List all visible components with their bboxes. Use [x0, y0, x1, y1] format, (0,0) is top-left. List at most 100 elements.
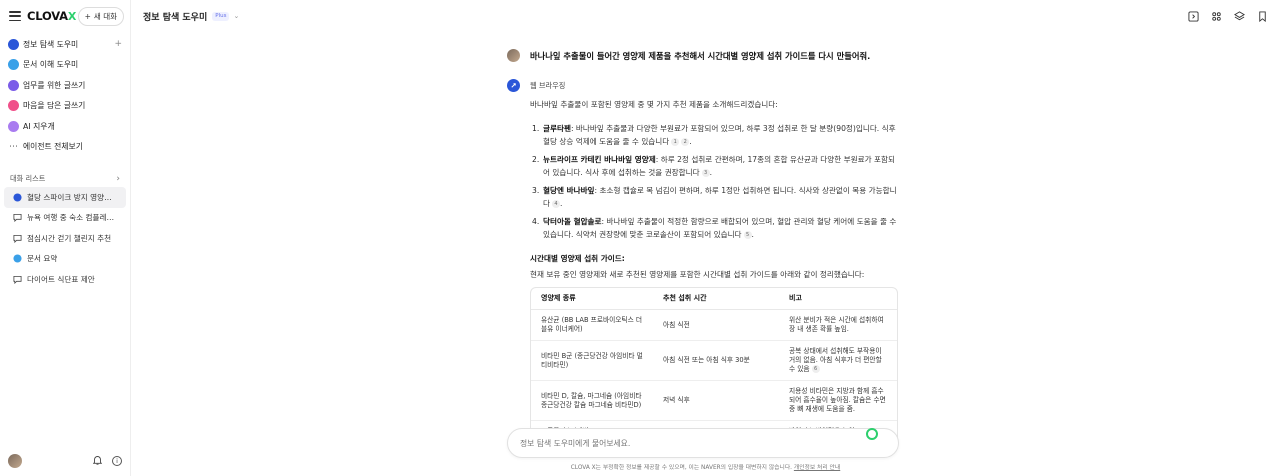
table-cell: 저녁 식후 — [653, 380, 779, 421]
chevron-down-icon[interactable]: ⌄ — [233, 12, 239, 20]
table-row: 비타민 B군 (종근당건강 아임비타 멀티비타민) 아침 식전 또는 아침 식후 … — [531, 340, 897, 381]
conversation-label: 문서 요약 — [27, 254, 58, 264]
sidebar-agent-item[interactable]: 마음을 담은 글쓰기 — [0, 96, 130, 117]
panel-icon[interactable] — [1188, 10, 1199, 22]
main-area: 정보 탐색 도우미 Plus ⌄ 바나나잎 추출물이 들어간 영양제 제품을 추… — [131, 0, 1280, 476]
conversation-list-header[interactable]: 대화 리스트 › — [0, 171, 130, 187]
product-name: 뉴트라이프 카테킨 바나바잎 영양제 — [543, 154, 656, 164]
cell-text: 위산 분비가 적은 시간에 섭취하여 장 내 생존 확률 높임. — [789, 316, 884, 333]
more-icon: ⋯ — [9, 141, 18, 152]
logo-text: CLOVA — [27, 9, 68, 23]
sidebar-agent-item[interactable]: 업무를 위한 글쓰기 — [0, 75, 130, 96]
chat-icon — [13, 234, 23, 243]
sidebar-footer: i — [8, 454, 122, 468]
agent-icon — [8, 100, 19, 112]
cell-text: 비타민 B군 (종근당건강 아임비타 멀티비타민) — [541, 351, 643, 369]
doc-agent-icon — [13, 254, 23, 263]
top-toolbar — [1188, 10, 1268, 22]
sidebar-agent-item[interactable]: AI 지우개 — [0, 116, 130, 137]
add-icon[interactable]: + — [114, 39, 122, 49]
sidebar: CLOVA X + 새 대화 정보 탐색 도우미 + 문서 이해 도우미업무를 위한 … — [0, 0, 131, 476]
all-agents-link[interactable]: ⋯ 에이전트 전체보기 — [0, 137, 130, 158]
agent-icon — [13, 193, 23, 202]
disclaimer-text: CLOVA X는 부정확한 정보를 제공할 수 있으며, 이는 NAVER의 입… — [570, 465, 793, 471]
logo[interactable]: CLOVA X — [27, 9, 76, 23]
sidebar-header: CLOVA X + 새 대화 — [0, 0, 130, 32]
conversation-list-title: 대화 리스트 — [10, 174, 46, 183]
guide-table: 영양제 종류 추천 섭취 시간 비고 유산균 (BB LAB 프로바이오틱스 더… — [530, 286, 898, 444]
conversation-list: 혈당 스파이크 방지 영양제 ... 뉴욕 여행 중 숙소 컴플레인 ... 점심시… — [0, 187, 130, 290]
citation-badge[interactable]: 5 — [743, 231, 752, 239]
table-cell: 공복 상태에서 섭취해도 부작용이 거의 없음. 아침 식후가 더 편안할 수 … — [779, 340, 897, 381]
sidebar-agent-item[interactable]: 문서 이해 도우미 — [0, 55, 130, 76]
cell-text: 아침 식전 또는 아침 식후 30분 — [663, 356, 750, 364]
conversation-item[interactable]: 점심시간 걷기 챌린지 추천 — [4, 228, 126, 249]
list-body: 닥터아돌 혈압솔로: 바나바잎 추출물이 적정한 함량으로 배합되어 있으며, … — [543, 216, 897, 239]
bell-icon[interactable] — [92, 455, 103, 468]
table-cell: 지용성 비타민은 지방과 함께 흡수되어 흡수율이 높아짐. 칼슘은 수면 중 … — [779, 380, 897, 421]
agent-label: 마음을 담은 글쓰기 — [23, 101, 86, 111]
plus-icon: + — [84, 11, 91, 21]
cell-text: 공복 상태에서 섭취해도 부작용이 거의 없음. 아침 식후가 더 편안할 수 … — [789, 347, 882, 373]
cell-text: 지용성 비타민은 지방과 함께 흡수되어 흡수율이 높아짐. 칼슘은 수면 중 … — [789, 387, 886, 413]
web-browsing-label[interactable]: 웹 브라우징 — [530, 81, 565, 91]
table-cell: 아침 식전 — [653, 309, 779, 341]
info-icon[interactable]: i — [112, 456, 122, 466]
citation-badge[interactable]: 1 — [671, 138, 680, 146]
citation-badge[interactable]: 6 — [811, 365, 820, 373]
new-chat-button[interactable]: + 새 대화 — [77, 6, 124, 26]
sidebar-agent-item[interactable]: 정보 탐색 도우미 + — [0, 34, 130, 55]
section-intro: 현재 보유 중인 영양제와 새로 추천된 영양제를 포함한 시간대별 섭취 가이… — [530, 270, 865, 279]
cell-text: 비타민 D, 칼슘, 마그네슘 (아임비타 종근당건강 칼슘 마그네슘 비타민D… — [541, 391, 642, 409]
agent-avatar-icon — [507, 79, 520, 92]
bot-header: 웹 브라우징 — [507, 79, 899, 92]
conversation-item[interactable]: 혈당 스파이크 방지 영양제 ... — [4, 187, 126, 208]
table-row: 유산균 (BB LAB 프로바이오틱스 더블유 이너케어) 아침 식전 위산 분비가… — [531, 309, 897, 341]
citation-badge[interactable]: 3 — [701, 169, 710, 177]
bot-response: 바나바잎 추출물이 포함된 영양제 중 몇 가지 추천 제품을 소개해드리겠습니… — [530, 98, 899, 444]
menu-icon[interactable] — [9, 11, 21, 21]
table-cell: 비타민 B군 (종근당건강 아임비타 멀티비타민) — [531, 340, 653, 381]
agent-label: 문서 이해 도우미 — [23, 60, 79, 70]
user-message: 바나나잎 추출물이 들어간 영양제 제품을 추천해서 시간대별 영양제 섭취 가… — [507, 46, 899, 66]
conversation-item[interactable]: 문서 요약 — [4, 249, 126, 270]
chat-thread: 바나나잎 추출물이 들어간 영양제 제품을 추천해서 시간대별 영양제 섭취 가… — [507, 46, 899, 444]
top-bar: 정보 탐색 도우미 Plus ⌄ — [131, 0, 1280, 32]
page-title[interactable]: 정보 탐색 도우미 — [143, 10, 207, 23]
list-item: 4. 닥터아돌 혈압솔로: 바나바잎 추출물이 적정한 함량으로 배합되어 있으며… — [530, 215, 899, 242]
conversation-item[interactable]: 다이어트 식단표 제안 — [4, 269, 126, 290]
chat-icon — [13, 275, 23, 284]
list-number: 1. — [532, 123, 540, 133]
layers-icon[interactable] — [1234, 10, 1245, 22]
message-composer — [507, 428, 899, 458]
list-body: 글루타펜: 바나바잎 추출물과 다양한 부원료가 포함되어 있으며, 하루 3정… — [543, 123, 896, 147]
agent-icon — [8, 79, 19, 91]
bookmark-icon[interactable] — [1257, 10, 1268, 22]
conversation-label: 점심시간 걷기 챌린지 추천 — [27, 233, 112, 243]
user-avatar — [507, 49, 520, 62]
cell-text: 아침 식전 — [663, 320, 690, 329]
apps-icon[interactable] — [1211, 11, 1222, 22]
agent-label: 정보 탐색 도우미 — [23, 39, 79, 49]
conversation-item[interactable]: 뉴욕 여행 중 숙소 컴플레인 ... — [4, 208, 126, 229]
conversation-label: 뉴욕 여행 중 숙소 컴플레인 ... — [27, 213, 117, 223]
agent-icon — [8, 59, 19, 71]
chat-icon — [13, 213, 23, 223]
agent-label: AI 지우개 — [23, 121, 55, 131]
agent-label: 업무를 위한 글쓰기 — [23, 80, 86, 90]
privacy-link[interactable]: 개인정보 처리 안내 — [794, 465, 840, 471]
cell-text: 유산균 (BB LAB 프로바이오틱스 더블유 이너케어) — [541, 316, 643, 333]
product-name: 혈당엔 바나바잎 — [543, 185, 595, 195]
avatar[interactable] — [8, 454, 22, 468]
product-list: 1. 글루타펜: 바나바잎 추출물과 다양한 부원료가 포함되어 있으며, 하루 … — [530, 122, 899, 242]
table-row: 비타민 D, 칼슘, 마그네슘 (아임비타 종근당건강 칼슘 마그네슘 비타민D… — [531, 380, 897, 421]
agent-icon — [8, 38, 19, 50]
product-desc: : 바나바잎 추출물과 다양한 부원료가 포함되어 있으며, 하루 3정 섭취로… — [543, 123, 896, 147]
conversation-label: 다이어트 식단표 제안 — [27, 274, 95, 284]
app-root: CLOVA X + 새 대화 정보 탐색 도우미 + 문서 이해 도우미업무를 위한 … — [0, 0, 1280, 476]
section-title: 시간대별 영양제 섭취 가이드: — [530, 253, 625, 263]
citation-badge[interactable]: 4 — [552, 200, 560, 208]
table-cell: 위산 분비가 적은 시간에 섭취하여 장 내 생존 확률 높임. — [779, 309, 897, 341]
list-number: 3. — [532, 185, 540, 195]
message-input[interactable] — [520, 438, 840, 448]
